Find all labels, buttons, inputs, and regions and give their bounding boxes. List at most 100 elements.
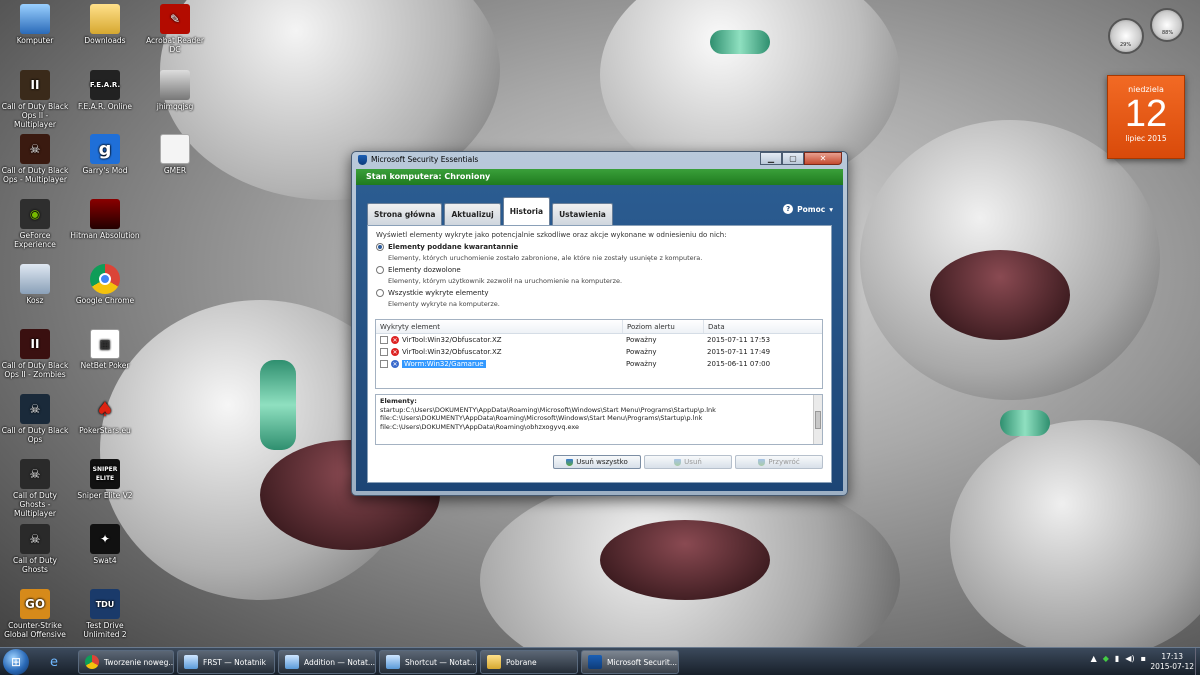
taskbar-item-frst[interactable]: FRST — Notatnik bbox=[177, 650, 275, 674]
language-icon[interactable]: ▪ bbox=[1141, 654, 1146, 663]
desktop-icon-recycle-bin[interactable]: Kosz bbox=[0, 264, 70, 305]
maximize-button[interactable]: ▢ bbox=[782, 152, 804, 165]
desktop-icon-pokerstars[interactable]: ♠ PokerStars.eu bbox=[70, 394, 140, 436]
option-quarantined[interactable]: Elementy poddane kwarantannie bbox=[376, 243, 823, 251]
calendar-day: 12 bbox=[1124, 93, 1168, 135]
volume-icon[interactable]: ◀) bbox=[1125, 654, 1134, 663]
desktop-icon-fear[interactable]: F.E.A.R. F.E.A.R. Online bbox=[70, 70, 140, 111]
remove-all-button[interactable]: Usuń wszystko bbox=[553, 455, 641, 469]
taskbar-item-addition[interactable]: Addition — Notat... bbox=[278, 650, 376, 674]
row-checkbox[interactable] bbox=[380, 336, 388, 344]
details-heading: Elementy: bbox=[380, 397, 417, 405]
table-row[interactable]: ✕ VirTool:Win32/Obfuscator.XZ Poważny 201… bbox=[376, 334, 822, 346]
tab-settings[interactable]: Ustawienia bbox=[552, 203, 613, 225]
computer-icon bbox=[20, 4, 50, 34]
caption-buttons: ▁ ▢ ✕ bbox=[760, 152, 842, 165]
table-header: Wykryty element Poziom alertu Data bbox=[376, 320, 822, 334]
sniper-elite-icon: SNIPER ELITE bbox=[90, 459, 120, 489]
taskbar-item-mse[interactable]: Microsoft Securit... bbox=[581, 650, 679, 674]
desktop-icon-netbet[interactable]: ▦ NetBet Poker bbox=[70, 329, 140, 370]
column-header-item[interactable]: Wykryty element bbox=[376, 320, 622, 333]
window-title: Microsoft Security Essentials bbox=[371, 155, 479, 164]
shield-icon bbox=[674, 458, 682, 466]
desktop-icon-acrobat[interactable]: ✎ Acrobat Reader DC bbox=[140, 4, 210, 54]
taskbar-item-pobrane[interactable]: Pobrane bbox=[480, 650, 578, 674]
mse-window: Microsoft Security Essentials ▁ ▢ ✕ Stan… bbox=[351, 151, 848, 496]
wallpaper-pill bbox=[710, 30, 770, 54]
shield-icon bbox=[566, 458, 574, 466]
help-icon: ? bbox=[783, 204, 794, 214]
table-row-selected[interactable]: ✕ Worm:Win32/Gamarue Poważny 2015-06-11 0… bbox=[376, 358, 822, 370]
show-desktop-button[interactable] bbox=[1195, 648, 1200, 675]
column-header-date[interactable]: Data bbox=[703, 320, 822, 333]
desktop-icon-hitman[interactable]: Hitman Absolution bbox=[70, 199, 140, 240]
cpu-meter-gadget[interactable]: 29% bbox=[1108, 18, 1144, 54]
tab-home[interactable]: Strona główna bbox=[367, 203, 443, 225]
system-tray: ▲ ◆ ▮ ◀) ▪ bbox=[1091, 654, 1146, 663]
desktop-icon-gmer[interactable]: GMER bbox=[140, 134, 210, 175]
tray-expand-icon[interactable]: ▲ bbox=[1091, 654, 1097, 663]
garrys-mod-icon: g bbox=[90, 134, 120, 164]
threat-icon: ✕ bbox=[391, 336, 399, 344]
protection-status-bar: Stan komputera: Chroniony bbox=[356, 169, 843, 185]
cod-skull-icon: ☠ bbox=[20, 134, 50, 164]
desktop-icon-cod-bo2-zombies[interactable]: II Call of Duty Black Ops II - Zombies bbox=[0, 329, 70, 379]
calendar-gadget[interactable]: niedziela 12 lipiec 2015 bbox=[1107, 75, 1185, 159]
restore-button[interactable]: Przywróć bbox=[735, 455, 823, 469]
desktop-icon-swat4[interactable]: ✦ Swat4 bbox=[70, 524, 140, 565]
desktop-icon-sniper-elite[interactable]: SNIPER ELITE Sniper Elite V2 bbox=[70, 459, 140, 500]
tab-history[interactable]: Historia bbox=[502, 197, 551, 225]
cod-skull-icon: ☠ bbox=[20, 394, 50, 424]
desktop-icon-cod-bo-mp[interactable]: ☠ Call of Duty Black Ops - Multiplayer bbox=[0, 134, 70, 184]
details-scrollbar[interactable] bbox=[813, 395, 822, 444]
chrome-icon bbox=[90, 264, 120, 294]
desktop-icon-chrome[interactable]: Google Chrome bbox=[70, 264, 140, 305]
close-button[interactable]: ✕ bbox=[804, 152, 842, 165]
desktop-icon-garrys-mod[interactable]: g Garry's Mod bbox=[70, 134, 140, 175]
desktop-icon-cod-bo2-mp[interactable]: II Call of Duty Black Ops II - Multiplaye… bbox=[0, 70, 70, 129]
radio-allowed[interactable] bbox=[376, 266, 384, 274]
folder-icon bbox=[487, 655, 501, 669]
radio-all-detected[interactable] bbox=[376, 289, 384, 297]
taskbar-item-shortcut[interactable]: Shortcut — Notat... bbox=[379, 650, 477, 674]
desktop-icon-csgo[interactable]: GO Counter-Strike Global Offensive bbox=[0, 589, 70, 639]
mse-tray-icon[interactable]: ◆ bbox=[1103, 654, 1109, 663]
window-client: Strona główna Aktualizuj Historia Ustawi… bbox=[356, 185, 843, 491]
desktop-icon-cod-ghosts[interactable]: ☠ Call of Duty Ghosts bbox=[0, 524, 70, 574]
desktop-icon-geforce[interactable]: ◉ GeForce Experience bbox=[0, 199, 70, 249]
desktop-icon-tdu2[interactable]: TDU Test Drive Unlimited 2 bbox=[70, 589, 140, 639]
help-menu[interactable]: ? Pomoc ▾ bbox=[783, 204, 833, 214]
row-checkbox[interactable] bbox=[380, 348, 388, 356]
ie-pinned-icon[interactable]: e bbox=[34, 650, 74, 674]
nvidia-icon: ◉ bbox=[20, 199, 50, 229]
table-row[interactable]: ✕ VirTool:Win32/Obfuscator.XZ Poważny 201… bbox=[376, 346, 822, 358]
scroll-thumb[interactable] bbox=[815, 411, 821, 429]
desktop-icon-downloads[interactable]: Downloads bbox=[70, 4, 140, 45]
details-box[interactable]: Elementy: startup:C:\Users\DOKUMENTY\App… bbox=[375, 394, 823, 445]
wallpaper-blob bbox=[950, 420, 1200, 660]
detected-items-table: Wykryty element Poziom alertu Data ✕ VirT… bbox=[375, 319, 823, 389]
netbet-icon: ▦ bbox=[90, 329, 120, 359]
taskbar-item-chrome[interactable]: Tworzenie noweg... bbox=[78, 650, 174, 674]
tab-update[interactable]: Aktualizuj bbox=[444, 203, 501, 225]
app-icon bbox=[160, 70, 190, 100]
details-line: file:C:\Users\DOKUMENTY\AppData\Roaming\… bbox=[380, 414, 703, 422]
option-all-detected[interactable]: Wszystkie wykryte elementy bbox=[376, 289, 823, 297]
desktop-icon-cod-bo[interactable]: ☠ Call of Duty Black Ops bbox=[0, 394, 70, 444]
taskbar-clock[interactable]: 17:13 2015-07-12 bbox=[1150, 652, 1194, 672]
radio-quarantined[interactable] bbox=[376, 243, 384, 251]
minimize-button[interactable]: ▁ bbox=[760, 152, 782, 165]
mse-shield-icon bbox=[588, 655, 602, 669]
option-allowed[interactable]: Elementy dozwolone bbox=[376, 266, 823, 274]
network-icon[interactable]: ▮ bbox=[1115, 654, 1119, 663]
desktop-icon-cod-ghosts-mp[interactable]: ☠ Call of Duty Ghosts - Multiplayer bbox=[0, 459, 70, 518]
memory-meter-gadget[interactable]: 88% bbox=[1150, 8, 1184, 42]
remove-button[interactable]: Usuń bbox=[644, 455, 732, 469]
desktop-icon-jhimqqjsg[interactable]: jhimqqjsg bbox=[140, 70, 210, 111]
threat-icon: ✕ bbox=[391, 348, 399, 356]
desktop-icon-computer[interactable]: Komputer bbox=[0, 4, 70, 45]
threat-icon: ✕ bbox=[391, 360, 399, 368]
row-checkbox[interactable] bbox=[380, 360, 388, 368]
start-button[interactable]: ⊞ bbox=[3, 649, 29, 675]
column-header-alert-level[interactable]: Poziom alertu bbox=[622, 320, 703, 333]
